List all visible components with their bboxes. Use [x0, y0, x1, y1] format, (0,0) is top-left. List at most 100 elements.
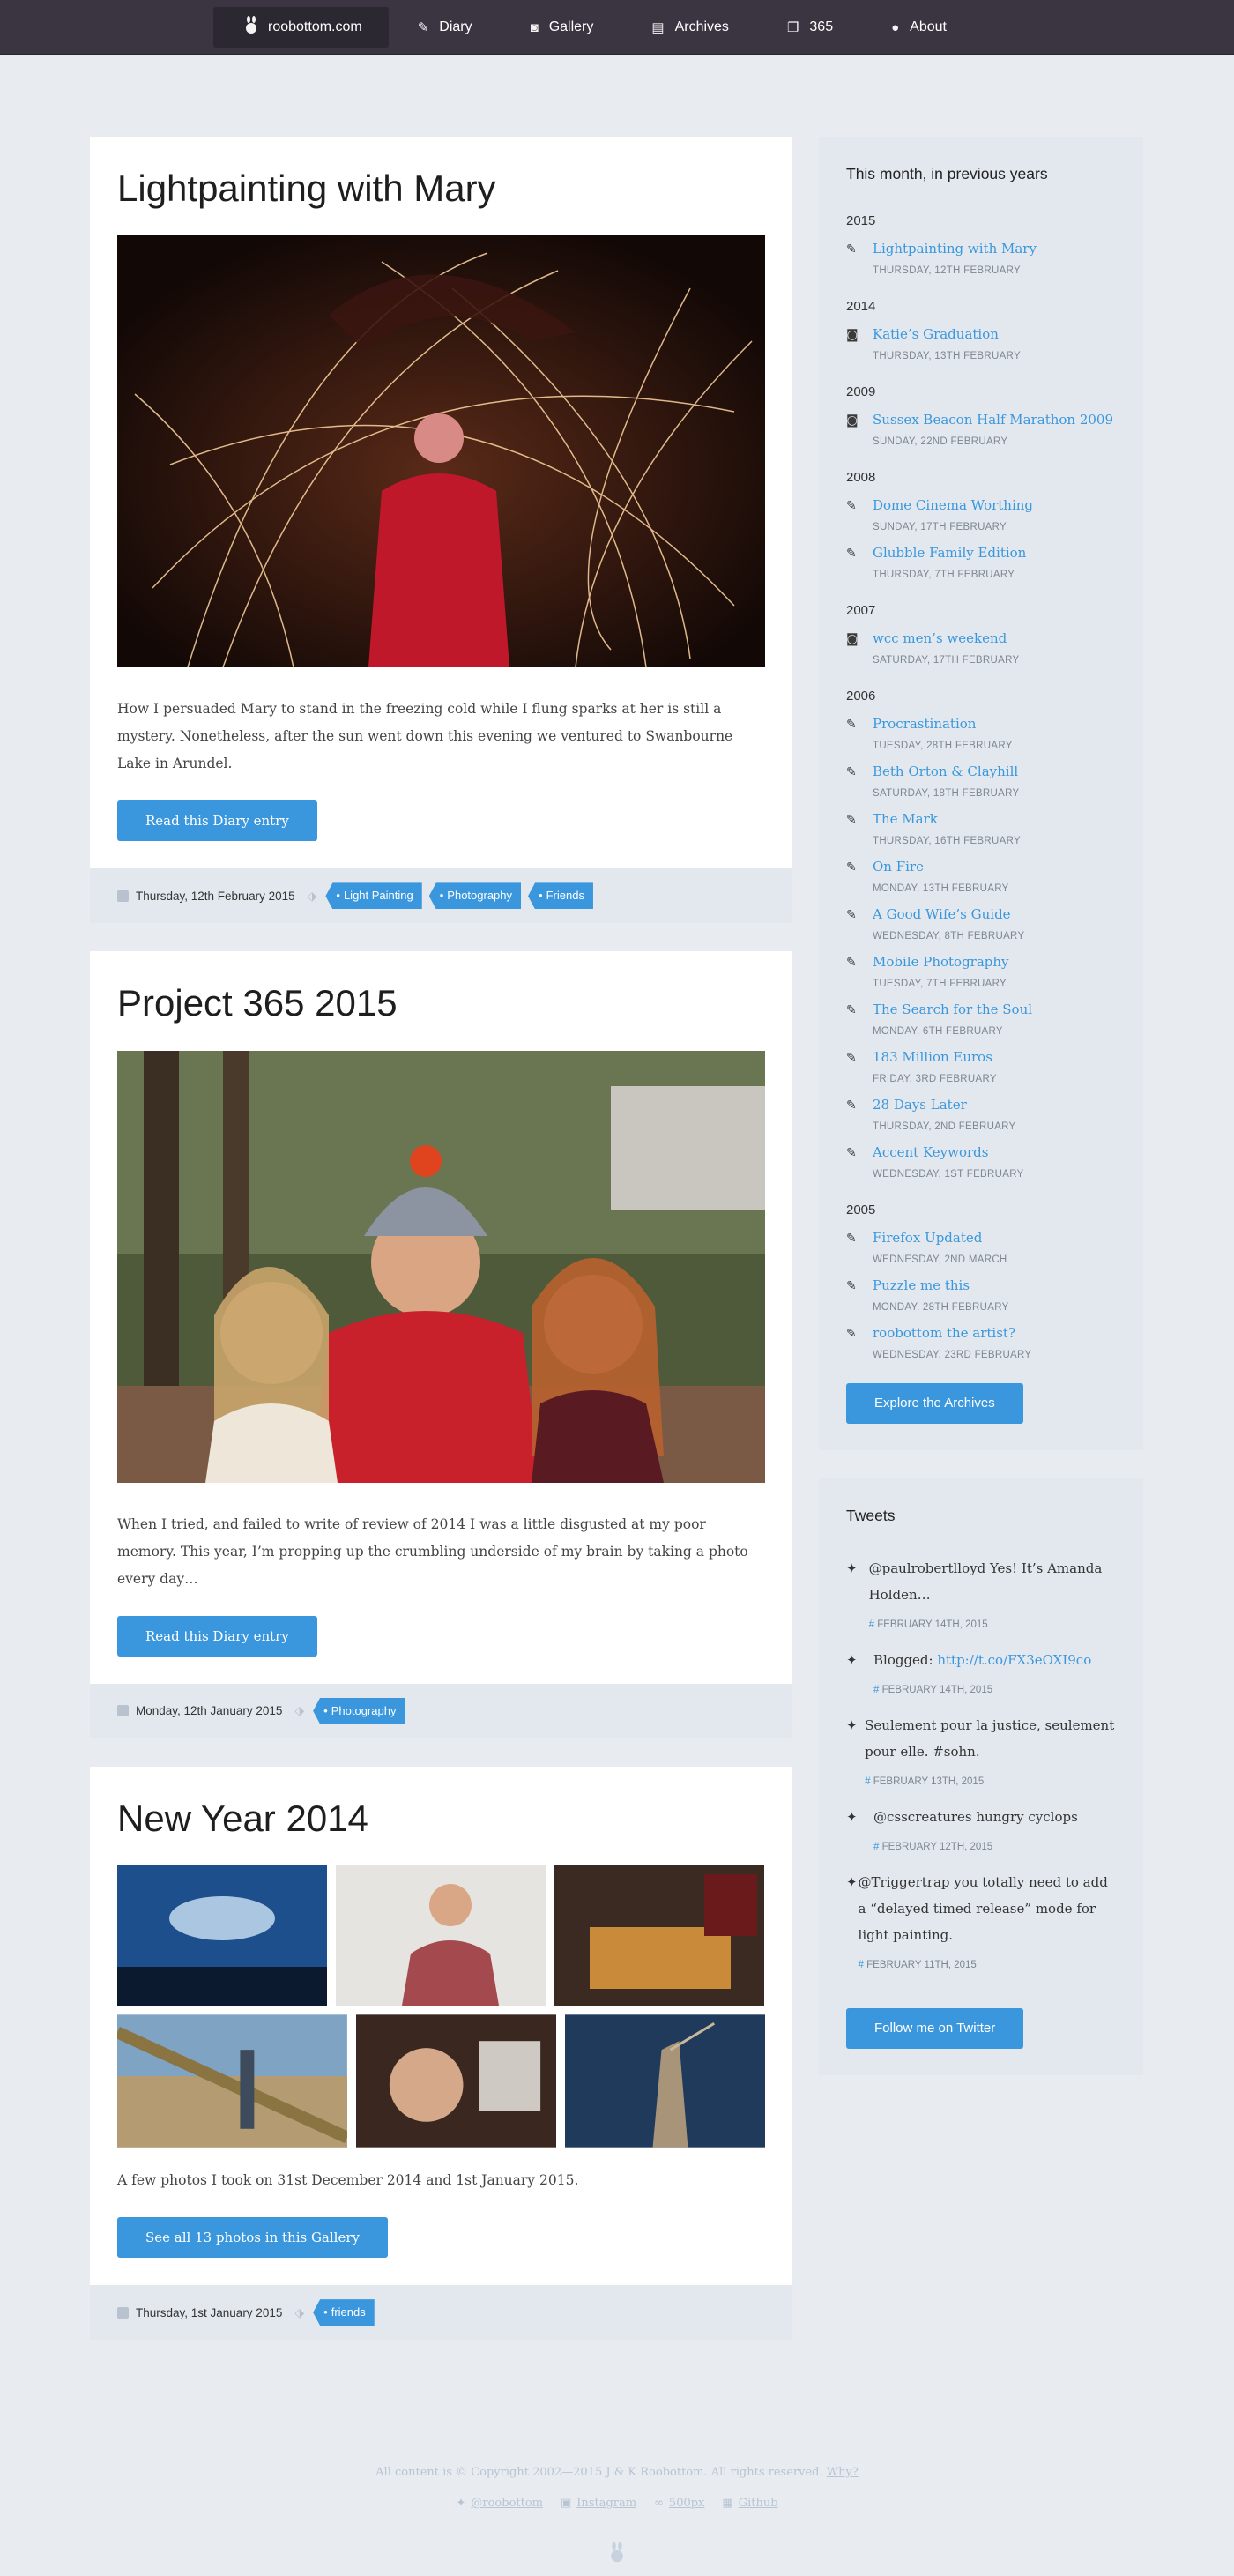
history-title: This month, in previous years [846, 165, 1048, 182]
pencil-icon: ✎ [846, 956, 857, 970]
pencil-icon: ✎ [846, 1098, 857, 1113]
tweet-date[interactable]: # FEBRUARY 13TH, 2015 [865, 1768, 1116, 1795]
post-photo-project365[interactable] [117, 1050, 765, 1483]
gallery-thumbnail[interactable] [554, 1865, 764, 2006]
history-entry-link[interactable]: wcc men’s weekend [873, 629, 1019, 648]
gallery-thumbnail[interactable] [336, 1865, 546, 2006]
history-entry-link[interactable]: Dome Cinema Worthing [873, 495, 1033, 515]
tag-link[interactable]: Friends [528, 882, 593, 910]
history-entry-date: WEDNESDAY, 23RD FEBRUARY [873, 1350, 1032, 1360]
tweet-item: ✦ @csscreatures hungry cyclops # FEBRUAR… [846, 1804, 1116, 1860]
gallery-thumbnail[interactable] [117, 1865, 327, 2006]
history-entry-link[interactable]: Accent Keywords [873, 1143, 1024, 1162]
tweet-date[interactable]: # FEBRUARY 14TH, 2015 [873, 1677, 1091, 1703]
history-entry-link[interactable]: Mobile Photography [873, 952, 1009, 972]
tweet-link[interactable]: http://t.co/FX3eOXI9co [937, 1652, 1091, 1668]
post-excerpt: When I tried, and failed to write of rev… [117, 1515, 748, 1587]
history-entry-link[interactable]: Lightpainting with Mary [873, 239, 1037, 258]
footer-link-500px[interactable]: ∞ 500px [654, 2497, 704, 2510]
history-entry-link[interactable]: Glubble Family Edition [873, 543, 1026, 562]
history-entry-link[interactable]: The Mark [873, 809, 1021, 829]
explore-archives-button[interactable]: Explore the Archives [846, 1383, 1023, 1424]
read-diary-entry-button[interactable]: Read this Diary entry [117, 1615, 317, 1657]
history-entry-link[interactable]: roobottom the artist? [873, 1323, 1031, 1343]
history-year: 2007 [846, 603, 876, 618]
gallery-thumbnail[interactable] [564, 2014, 765, 2148]
history-entry: ✎ On Fire MONDAY, 13TH FEBRUARY [846, 857, 1116, 894]
pencil-icon: ✎ [846, 1327, 857, 1341]
gallery-thumbnail[interactable] [355, 2014, 556, 2148]
history-entry-link[interactable]: 28 Days Later [873, 1095, 1016, 1114]
camera-icon: ◙ [846, 328, 859, 342]
post-excerpt: How I persuaded Mary to stand in the fre… [117, 701, 733, 772]
pencil-icon: ✎ [846, 813, 857, 827]
archive-icon: ▤ [651, 20, 665, 35]
hash-icon: # [858, 1960, 864, 1970]
history-entry-link[interactable]: A Good Wife’s Guide [873, 905, 1024, 924]
history-entry-link[interactable]: Beth Orton & Clayhill [873, 762, 1019, 781]
history-year: 2005 [846, 1202, 876, 1217]
tweets-box: Tweets ✦ @paulrobertlloyd Yes! It’s Aman… [819, 1478, 1143, 2075]
why-link[interactable]: Why? [827, 2466, 859, 2479]
history-year-group: 2006 ✎ Procrastination TUESDAY, 28TH FEB… [846, 689, 1116, 1180]
tag-link[interactable]: friends [313, 2299, 375, 2327]
tweet-date[interactable]: # FEBRUARY 14TH, 2015 [869, 1612, 1116, 1638]
gallery-thumbnail[interactable] [117, 2014, 347, 2148]
tweet-date[interactable]: # FEBRUARY 12TH, 2015 [873, 1834, 1078, 1860]
follow-twitter-button[interactable]: Follow me on Twitter [846, 2008, 1024, 2049]
pencil-icon: ✎ [846, 1003, 857, 1017]
camera-icon: ◙ [846, 413, 859, 428]
gallery-stack-icon: ❐ [786, 20, 799, 35]
history-entry-link[interactable]: 183 Million Euros [873, 1047, 997, 1067]
see-gallery-button[interactable]: See all 13 photos in this Gallery [117, 2217, 388, 2259]
history-entry-link[interactable]: The Search for the Soul [873, 1000, 1032, 1019]
nav-about[interactable]: ● About [862, 0, 976, 55]
history-entry-link[interactable]: Puzzle me this [873, 1276, 1009, 1295]
history-entry: ✎ A Good Wife’s Guide WEDNESDAY, 8TH FEB… [846, 905, 1116, 942]
history-entry-date: MONDAY, 6TH FEBRUARY [873, 1026, 1003, 1037]
twitter-bird-icon: ✦ [846, 1717, 858, 1733]
tag-link[interactable]: Light Painting [325, 882, 422, 910]
post-title[interactable]: Lightpainting with Mary [117, 167, 765, 211]
nav-gallery[interactable]: ◙ Gallery [502, 0, 623, 55]
tweet-text: Seulement pour la justice, seulement pou… [865, 1712, 1116, 1795]
history-entry: ✎ Procrastination TUESDAY, 28TH FEBRUARY [846, 714, 1116, 751]
tweet-item: ✦ Seulement pour la justice, seulement p… [846, 1712, 1116, 1795]
history-entry: ✎ Firefox Updated WEDNESDAY, 2ND MARCH [846, 1228, 1116, 1265]
nav-diary[interactable]: ✎ Diary [389, 0, 502, 55]
read-diary-entry-button[interactable]: Read this Diary entry [117, 800, 317, 842]
post-title[interactable]: New Year 2014 [117, 1797, 765, 1841]
history-entry-link[interactable]: Katie’s Graduation [873, 324, 1021, 344]
post-title[interactable]: Project 365 2015 [117, 981, 765, 1025]
nav-archives[interactable]: ▤ Archives [622, 0, 758, 55]
pencil-icon: ✎ [846, 908, 857, 922]
tag-link[interactable]: Photography [428, 882, 522, 910]
twitter-bird-icon: ✦ [846, 1874, 858, 1890]
main-column: Lightpainting with Mary How I persuaded … [90, 137, 792, 2368]
history-year-group: 2005 ✎ Firefox Updated WEDNESDAY, 2ND MA… [846, 1202, 1116, 1360]
history-entry-date: MONDAY, 13TH FEBRUARY [873, 883, 1009, 894]
post-photo-lightpainting[interactable] [117, 235, 765, 668]
history-entry-date: TUESDAY, 28TH FEBRUARY [873, 741, 1013, 751]
pencil-icon: ✎ [846, 242, 857, 257]
history-entry-link[interactable]: Sussex Beacon Half Marathon 2009 [873, 410, 1113, 429]
tweet-item: ✦ Blogged: http://t.co/FX3eOXI9co # FEBR… [846, 1647, 1116, 1703]
history-entry: ✎ The Search for the Soul MONDAY, 6TH FE… [846, 1000, 1116, 1037]
nav-home-link[interactable]: roobottom.com [213, 7, 389, 48]
history-entry: ✎ Lightpainting with Mary THURSDAY, 12TH… [846, 239, 1116, 276]
footer-link-twitter[interactable]: ✦ @roobottom [456, 2497, 543, 2510]
footer-copyright: All content is © Copyright 2002—2015 J &… [375, 2466, 859, 2479]
pencil-icon: ✎ [846, 1232, 857, 1246]
history-entry-link[interactable]: Procrastination [873, 714, 1013, 733]
footer-link-github[interactable]: ▦ Github [722, 2497, 777, 2510]
history-entry: ✎ 28 Days Later THURSDAY, 2ND FEBRUARY [846, 1095, 1116, 1132]
history-entry-link[interactable]: On Fire [873, 857, 1009, 876]
history-list: 2015 ✎ Lightpainting with Mary THURSDAY,… [846, 213, 1116, 1360]
tag-link[interactable]: Photography [313, 1697, 405, 1724]
tweet-date[interactable]: # FEBRUARY 11TH, 2015 [859, 1952, 1116, 1978]
history-entry-link[interactable]: Firefox Updated [873, 1228, 1007, 1247]
nav-365[interactable]: ❐ 365 [758, 0, 862, 55]
footer-link-instagram[interactable]: ▣ Instagram [561, 2497, 636, 2510]
user-icon: ● [891, 19, 900, 35]
pencil-icon: ✎ [846, 1051, 857, 1065]
